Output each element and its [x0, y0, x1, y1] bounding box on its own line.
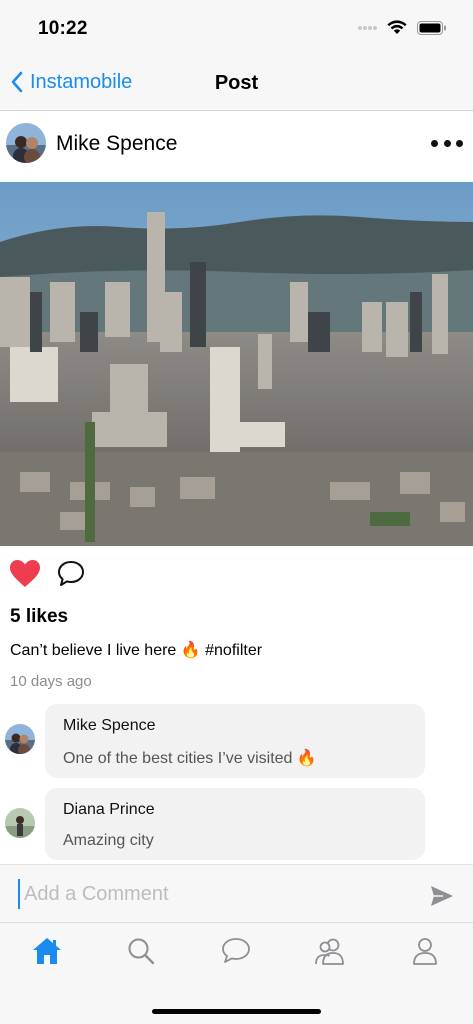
tab-friends[interactable] [310, 931, 350, 971]
more-dot-icon [456, 139, 463, 147]
post-caption: Can’t believe I live here 🔥 #nofilter [10, 642, 263, 659]
status-bar: 10:22 [0, 0, 473, 56]
chevron-left-icon [11, 71, 23, 93]
heart-icon[interactable] [8, 558, 42, 590]
post-timestamp: 10 days ago [10, 673, 92, 690]
back-button[interactable]: Instamobile [10, 70, 132, 94]
commenter-avatar[interactable] [5, 808, 35, 838]
post-header: Mike Spence [0, 111, 473, 182]
tab-home[interactable] [27, 931, 67, 971]
more-dot-icon [443, 139, 451, 147]
send-icon[interactable] [429, 884, 455, 908]
author-name[interactable]: Mike Spence [56, 132, 177, 156]
people-icon [315, 938, 344, 965]
comment-text: Amazing city [63, 832, 154, 849]
comment-bubble: Diana Prince Amazing city [45, 788, 425, 860]
commenter-avatar[interactable] [5, 724, 35, 754]
tab-search[interactable] [121, 931, 161, 971]
likes-count[interactable]: 5 likes [10, 606, 68, 628]
more-dot-icon [431, 139, 438, 147]
status-time: 10:22 [38, 18, 88, 39]
battery-icon [417, 20, 446, 35]
more-options-button[interactable] [431, 133, 463, 153]
comment-icon[interactable] [56, 559, 86, 589]
comment-bubble: Mike Spence One of the best cities I’ve … [45, 704, 425, 778]
signal-icon [358, 25, 377, 30]
comment-item: Mike Spence One of the best cities I’ve … [0, 704, 473, 778]
home-indicator[interactable] [152, 1009, 321, 1014]
comment-item: Diana Prince Amazing city [0, 788, 473, 860]
comment-input[interactable] [18, 879, 398, 909]
post-actions [8, 558, 86, 590]
comment-author[interactable]: Mike Spence [63, 717, 407, 735]
add-comment-bar [0, 864, 473, 922]
home-icon [33, 938, 61, 964]
navigation-bar: Instamobile Post [0, 56, 473, 111]
comment-text: One of the best cities I’ve visited 🔥 [63, 750, 317, 767]
profile-icon [413, 938, 437, 965]
tab-chat[interactable] [216, 931, 256, 971]
tab-bar [0, 922, 473, 1024]
post-photo[interactable] [0, 182, 473, 546]
wifi-icon [387, 20, 407, 34]
comment-author[interactable]: Diana Prince [63, 801, 407, 819]
author-avatar[interactable] [6, 123, 46, 163]
back-label: Instamobile [30, 70, 133, 93]
search-icon [128, 938, 155, 965]
status-icons [357, 20, 447, 35]
tab-profile[interactable] [405, 931, 445, 971]
chat-bubble-icon [222, 938, 250, 963]
